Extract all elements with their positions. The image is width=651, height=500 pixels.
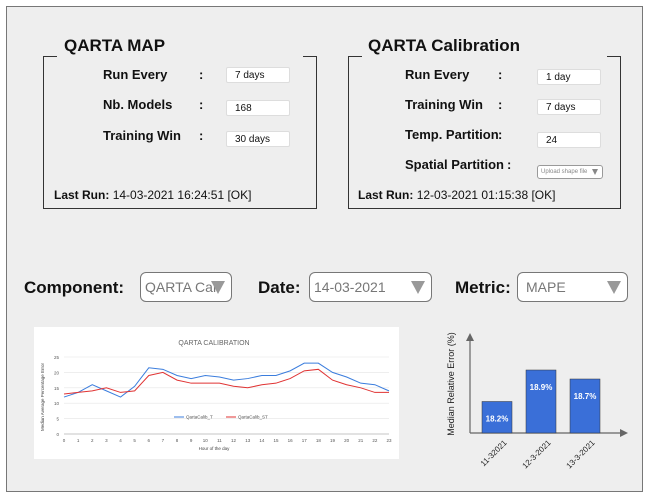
x-tick-label: 14 xyxy=(259,438,265,443)
line-chart: QARTA CALIBRATION05101520250 1 2 3 4 5 6 7 8 9 10 1… xyxy=(40,340,392,451)
calib-temp-partition-label: Temp. Partition xyxy=(405,127,499,142)
x-tick-label: 6 xyxy=(148,438,151,443)
y-tick-label: 25 xyxy=(54,355,60,360)
y-tick-label: 20 xyxy=(54,370,60,375)
map-nb-models-value[interactable]: 168 xyxy=(226,100,290,116)
series-line-1 xyxy=(63,362,390,398)
component-select[interactable]: QARTA Cal xyxy=(140,272,232,302)
x-tick-label: 11-32021 xyxy=(479,438,509,468)
colon: : xyxy=(199,97,204,112)
colon: : xyxy=(507,157,512,172)
x-axis-label: Hour of the day xyxy=(199,446,231,451)
map-nb-models-label: Nb. Models xyxy=(103,97,173,112)
calib-spatial-partition-label: Spatial Partition xyxy=(405,157,504,172)
x-tick-label: 23 xyxy=(386,438,392,443)
x-tick-label: 0 xyxy=(63,438,66,443)
x-tick-label: 11 xyxy=(217,438,222,443)
bar-data-label: 18.2% xyxy=(486,415,509,424)
x-tick-label: 16 xyxy=(288,438,294,443)
x-tick-label: 13 xyxy=(245,438,251,443)
bar-chart: Median Relative Error (%) 18.2% 11-32021 18… xyxy=(446,332,628,471)
date-label: Date: xyxy=(258,278,301,297)
x-tick-label: 8 xyxy=(176,438,179,443)
dropdown-arrow-icon xyxy=(411,281,425,294)
x-tick-label: 13-3-2021 xyxy=(564,438,597,471)
upload-shape-file-text: Upload shape file xyxy=(541,169,588,175)
map-panel-title: QARTA MAP xyxy=(62,36,168,56)
dropdown-arrow-icon xyxy=(607,281,621,294)
colon: : xyxy=(498,127,503,142)
map-training-win-label: Training Win xyxy=(103,128,181,143)
bar-chart-panel: Median Relative Error (%) 18.2% 11-32021 18… xyxy=(440,327,640,487)
x-tick-label: 12 xyxy=(231,438,237,443)
calib-panel-title: QARTA Calibration xyxy=(366,36,523,56)
x-tick-label: 19 xyxy=(330,438,336,443)
x-tick-label: 4 xyxy=(119,438,122,443)
x-tick-label: 22 xyxy=(372,438,378,443)
map-training-win-value[interactable]: 30 days xyxy=(226,131,290,147)
y-tick-label: 5 xyxy=(56,417,59,422)
line-chart-panel: QARTA CALIBRATION 0 5 10 15 20 25 0 1 2 3 4 5 6 7 8 9 10 1… xyxy=(34,327,399,459)
colon: : xyxy=(498,67,503,82)
y-tick-label: 0 xyxy=(56,432,59,437)
component-label: Component: xyxy=(24,278,125,297)
x-tick-label: 3 xyxy=(105,438,108,443)
dropdown-arrow-icon xyxy=(592,169,598,175)
x-tick-label: 18 xyxy=(316,438,322,443)
map-run-every-value[interactable]: 7 days xyxy=(226,67,290,83)
y-tick-label: 10 xyxy=(54,401,60,406)
x-tick-label: 15 xyxy=(273,438,279,443)
legend-label: QartaCalib_T xyxy=(186,415,213,420)
calib-run-every-label: Run Every xyxy=(405,67,470,82)
x-tick-label: 2 xyxy=(91,438,94,443)
x-tick-label: 12-3-2021 xyxy=(520,438,553,471)
map-run-every-label: Run Every xyxy=(103,67,168,82)
line-chart-title: QARTA CALIBRATION xyxy=(178,340,249,347)
x-tick-label: 21 xyxy=(358,438,364,443)
x-tick-label: 1 xyxy=(77,438,80,443)
x-tick-label: 9 xyxy=(190,438,193,443)
y-axis-label: Median Relative Error (%) xyxy=(446,332,456,436)
x-axis-arrow-icon xyxy=(620,429,628,437)
colon: : xyxy=(199,128,204,143)
colon: : xyxy=(498,97,503,112)
x-tick-label: 17 xyxy=(302,438,308,443)
last-run-value: 12-03-2021 01:15:38 [OK] xyxy=(416,188,556,202)
date-select[interactable]: 14-03-2021 xyxy=(309,272,432,302)
calib-run-every-value[interactable]: 1 day xyxy=(537,69,601,85)
x-tick-label: 5 xyxy=(133,438,136,443)
series-line-2 xyxy=(63,368,389,395)
bar-data-label: 18.7% xyxy=(574,392,597,401)
legend-label: QartaCalib_ST xyxy=(238,415,268,420)
metric-label: Metric: xyxy=(455,278,511,297)
last-run-value: 14-03-2021 16:24:51 [OK] xyxy=(112,188,252,202)
upload-shape-file-select[interactable]: Upload shape file xyxy=(537,165,603,179)
x-tick-label: 20 xyxy=(344,438,350,443)
dropdown-arrow-icon xyxy=(211,281,225,294)
x-tick-label: 7 xyxy=(162,438,165,443)
bar-data-label: 18.9% xyxy=(530,383,553,392)
y-axis-arrow-icon xyxy=(466,333,474,341)
date-select-value: 14-03-2021 xyxy=(314,279,386,295)
calib-last-run: Last Run: 12-03-2021 01:15:38 [OK] xyxy=(358,188,555,202)
metric-select-value: MAPE xyxy=(526,279,566,295)
calib-training-win-value[interactable]: 7 days xyxy=(537,99,601,115)
component-select-value: QARTA Cal xyxy=(145,279,217,295)
y-axis-label: Median Average Percentage Error xyxy=(40,363,45,431)
y-tick-label: 15 xyxy=(54,386,60,391)
map-last-run: Last Run: 14-03-2021 16:24:51 [OK] xyxy=(54,188,251,202)
bar xyxy=(569,378,601,434)
last-run-label: Last Run: xyxy=(358,188,414,202)
metric-select[interactable]: MAPE xyxy=(517,272,628,302)
last-run-label: Last Run: xyxy=(54,188,110,202)
calib-temp-partition-value[interactable]: 24 xyxy=(537,132,601,148)
colon: : xyxy=(199,67,204,82)
calib-training-win-label: Training Win xyxy=(405,97,483,112)
x-tick-label: 10 xyxy=(203,438,209,443)
bar xyxy=(525,369,557,434)
